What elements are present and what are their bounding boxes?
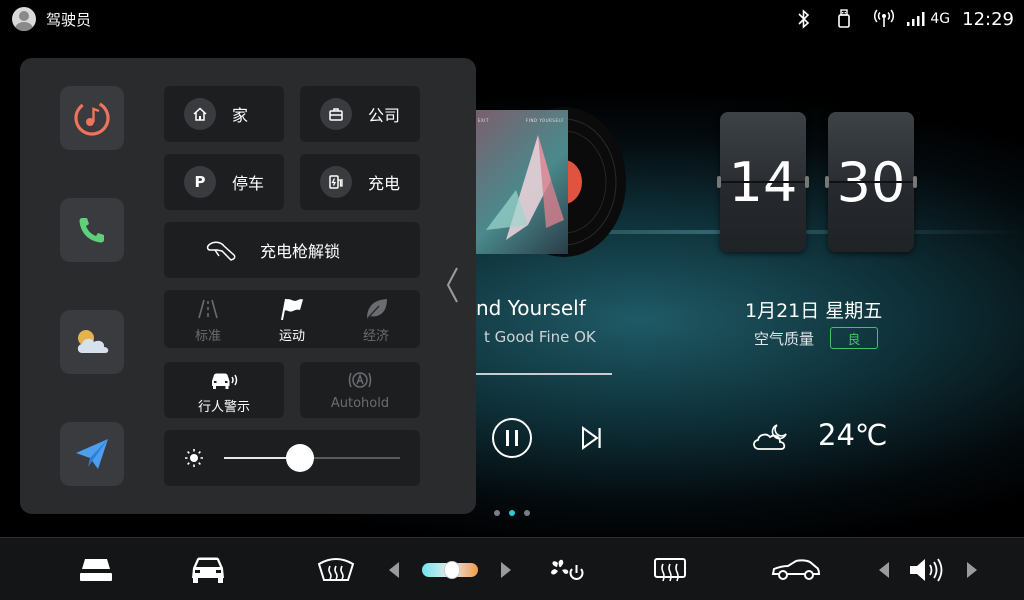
- chevron-right-icon: [501, 561, 511, 578]
- page-dot[interactable]: [494, 510, 500, 516]
- volume-button[interactable]: [904, 538, 950, 600]
- song-progress-bar[interactable]: [476, 373, 612, 375]
- network-type: 4G: [930, 11, 951, 27]
- chevron-right-icon: [967, 561, 977, 578]
- charging-gun-icon: [206, 241, 236, 261]
- home-label: 家: [232, 106, 249, 125]
- home-dock-button[interactable]: [70, 538, 122, 600]
- music-disc-icon: [74, 100, 110, 136]
- drive-mode-standard[interactable]: 标准: [166, 290, 250, 348]
- album-cover[interactable]: EXIT FIND YOURSELF: [476, 110, 568, 254]
- parking-label: 停车: [232, 174, 265, 193]
- status-icons: 4G 12:29: [784, 6, 1014, 32]
- music-app-button[interactable]: [60, 86, 124, 150]
- page-dot[interactable]: [524, 510, 530, 516]
- home-button[interactable]: 家: [164, 86, 284, 142]
- fan-power-icon: [551, 559, 584, 580]
- avatar[interactable]: [12, 7, 36, 31]
- temp-decrease-button[interactable]: [386, 538, 402, 600]
- leaf-icon: [363, 296, 389, 322]
- charging-station-icon: [320, 166, 352, 198]
- charging-label: 充电: [368, 174, 401, 193]
- autohold-button[interactable]: Autohold: [300, 362, 420, 418]
- bottom-dock: [0, 537, 1024, 600]
- cloudy-sun-icon: [77, 330, 109, 353]
- car-sound-icon: [209, 371, 239, 393]
- briefcase-icon: [320, 98, 352, 130]
- volume-decrease-button[interactable]: [876, 538, 892, 600]
- drive-mode-selector: 标准 运动 经济: [164, 290, 420, 348]
- drive-mode-label: 标准: [194, 329, 221, 344]
- brightness-slider-knob[interactable]: [285, 444, 314, 472]
- chevron-left-icon: [389, 561, 399, 578]
- volume-icon: [910, 558, 943, 581]
- sun-icon: [184, 448, 204, 472]
- navigation-app-button[interactable]: [60, 422, 124, 486]
- drive-mode-label: 经济: [362, 329, 389, 344]
- cloudy-night-icon: [750, 421, 790, 457]
- charging-button[interactable]: 充电: [300, 154, 420, 210]
- user-name[interactable]: 驾驶员: [46, 9, 91, 30]
- song-progress-fill: [476, 373, 612, 375]
- pedestrian-warning-button[interactable]: 行人警示: [164, 362, 284, 418]
- date-text: 1月21日 星期五: [745, 300, 883, 322]
- bluetooth-icon: [784, 6, 824, 32]
- next-track-icon: [582, 426, 601, 450]
- air-quality-badge: 良: [830, 327, 878, 349]
- pause-button[interactable]: [491, 417, 533, 463]
- home-icon: [184, 98, 216, 130]
- drive-mode-sport[interactable]: 运动: [250, 290, 334, 348]
- company-button[interactable]: 公司: [300, 86, 420, 142]
- phone-icon: [79, 218, 104, 243]
- usb-drive-icon: [824, 6, 864, 32]
- drive-mode-label: 运动: [278, 329, 305, 344]
- next-track-button[interactable]: [580, 426, 604, 454]
- fan-power-button[interactable]: [540, 538, 592, 600]
- phone-app-button[interactable]: [60, 198, 124, 262]
- front-defrost-icon: [317, 557, 355, 581]
- charge-unlock-button[interactable]: 充电枪解锁: [164, 222, 420, 278]
- flag-icon: [279, 296, 305, 322]
- air-quality-label: 空气质量: [754, 330, 815, 348]
- front-defrost-button[interactable]: [310, 538, 362, 600]
- page-indicator: [492, 508, 532, 518]
- status-clock: 12:29: [962, 8, 1014, 30]
- rear-defrost-icon: [654, 557, 686, 581]
- volume-increase-button[interactable]: [964, 538, 980, 600]
- vehicle-dock-button[interactable]: [180, 538, 236, 600]
- car-icon: [192, 557, 224, 583]
- chevron-left-icon: [879, 561, 889, 578]
- song-artist: t Good Fine OK: [484, 328, 596, 346]
- parking-button[interactable]: P 停车: [164, 154, 284, 210]
- car-side-icon: [771, 558, 821, 580]
- song-title: nd Yourself: [476, 296, 586, 320]
- parking-icon: P: [184, 166, 216, 198]
- charge-unlock-label: 充电枪解锁: [260, 242, 341, 261]
- clock-hour-card: 14: [717, 112, 809, 252]
- cell-signal-icon: [904, 6, 928, 32]
- clock-minute-card: 30: [825, 112, 917, 252]
- temp-increase-button[interactable]: [498, 538, 514, 600]
- pedestrian-warning-label: 行人警示: [197, 400, 250, 415]
- company-label: 公司: [368, 106, 401, 125]
- collapse-panel-arrow-icon[interactable]: [444, 266, 460, 308]
- paper-plane-icon: [76, 439, 108, 469]
- weather-app-button[interactable]: [60, 310, 124, 374]
- control-panel: 家 公司 P 停车 充电 充电枪解锁 标准 运动 经济 行人警示 Autohol…: [20, 58, 476, 514]
- autohold-label: Autohold: [330, 396, 390, 411]
- page-dot[interactable]: [509, 510, 515, 516]
- autohold-icon: [347, 370, 373, 394]
- pause-icon: [492, 418, 532, 458]
- road-icon: [197, 296, 219, 322]
- temperature-slider[interactable]: [420, 538, 480, 600]
- wireless-signal-icon: [864, 6, 904, 32]
- car-side-button[interactable]: [766, 538, 826, 600]
- status-bar: 驾驶员 4G 12:29: [0, 0, 1024, 38]
- temperature: 24℃: [818, 418, 888, 452]
- rear-defrost-button[interactable]: [644, 538, 696, 600]
- home-icon: [80, 558, 112, 581]
- temperature-slider-knob[interactable]: [444, 560, 460, 579]
- drive-mode-eco[interactable]: 经济: [334, 290, 418, 348]
- brightness-control: [164, 430, 420, 486]
